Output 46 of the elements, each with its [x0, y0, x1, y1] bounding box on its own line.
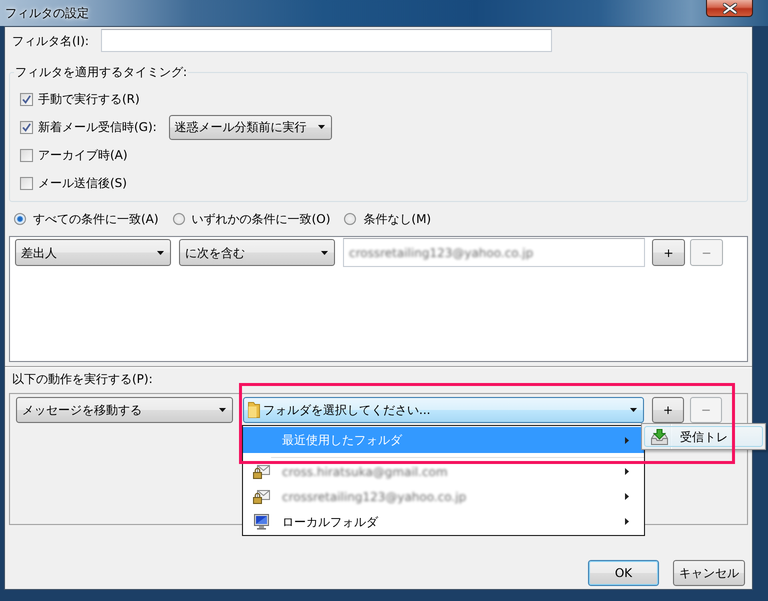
checkbox[interactable]	[20, 148, 33, 162]
checkbox-label: 新着メール受信時(G):	[38, 119, 157, 135]
radio-label: 条件なし(M)	[363, 211, 432, 227]
checkbox-label: メール送信後(S)	[38, 175, 127, 191]
cancel-button[interactable]: キャンセル	[673, 560, 745, 586]
add-button[interactable]: +	[652, 397, 684, 423]
caret-icon	[630, 408, 637, 412]
operator-dropdown[interactable]: に次を含む	[179, 239, 335, 266]
envelope-lock-icon	[253, 490, 270, 504]
envelope-lock-icon	[253, 464, 270, 478]
add-button[interactable]: +	[652, 239, 685, 266]
close-icon	[722, 2, 736, 14]
monitor-icon	[254, 514, 269, 530]
timing-dropdown[interactable]: 迷惑メール分類前に実行	[168, 114, 332, 140]
folder-icon	[248, 402, 260, 418]
filter-name-field[interactable]	[101, 29, 552, 52]
inbox-download-icon	[651, 428, 668, 444]
caret-icon	[157, 250, 164, 254]
submenu-item[interactable]: 受信トレ	[644, 426, 763, 447]
radio-button[interactable]	[172, 213, 185, 225]
radio-button[interactable]	[14, 213, 26, 225]
radio-label: いずれかの条件に一致(O)	[192, 211, 330, 227]
folder-dropdown[interactable]: フォルダを選択してください...	[243, 397, 644, 423]
checkbox[interactable]	[20, 120, 33, 134]
submenu-arrow-icon	[625, 436, 629, 444]
radio-button[interactable]	[344, 213, 356, 225]
ok-button[interactable]: OK	[588, 560, 659, 586]
submenu-arrow-icon	[625, 518, 629, 525]
radio-label: すべての条件に一致(A)	[33, 211, 159, 227]
close-button[interactable]	[706, 0, 753, 17]
submenu-arrow-icon	[625, 468, 629, 475]
caret-icon	[219, 408, 226, 412]
filter-name-label: フィルタ名(I):	[12, 32, 90, 48]
submenu-arrow-icon	[625, 493, 629, 500]
checkbox-label: アーカイブ時(A)	[38, 147, 128, 163]
menu-item[interactable]: ローカルフォルダ	[243, 509, 644, 534]
checkbox-label: 手動で実行する(R)	[38, 91, 140, 107]
checkbox[interactable]	[20, 176, 33, 190]
checkbox[interactable]	[20, 92, 33, 106]
actions-label: 以下の動作を実行する(P):	[11, 372, 154, 386]
timing-group-label: フィルタを適用するタイミング:	[14, 64, 188, 80]
window-title: フィルタの設定	[5, 5, 89, 21]
caret-icon	[318, 125, 325, 129]
caret-icon	[321, 250, 328, 254]
field-dropdown[interactable]: 差出人	[15, 239, 171, 266]
action-dropdown[interactable]: メッセージを移動する	[16, 397, 233, 423]
